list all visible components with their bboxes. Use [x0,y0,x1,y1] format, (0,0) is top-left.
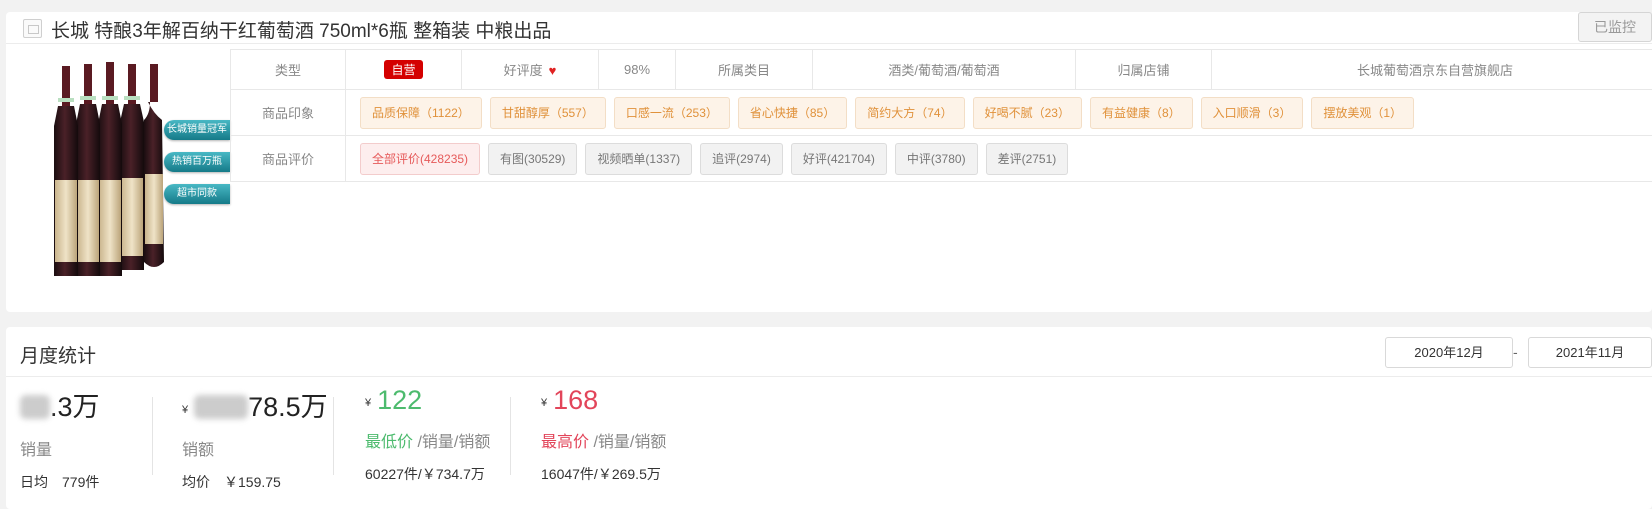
review-tag[interactable]: 追评(2974) [700,142,783,175]
date-from-input[interactable]: 2020年12月 [1385,337,1513,368]
review-label: 商品评价 [230,135,346,182]
date-to-input[interactable]: 2021年11月 [1528,337,1652,368]
date-separator: - [1513,344,1518,360]
highest-price-label: 最高价 /销量/销额 [541,434,667,451]
impression-tag[interactable]: 入口顺滑（3） [1200,96,1304,129]
impression-tag[interactable]: 有益健康（8） [1089,96,1193,129]
divider [333,397,334,475]
product-title-bar: 长城 特酿3年解百纳干红葡萄酒 750ml*6瓶 整箱装 中粮出品 已监控 [6,12,1652,44]
monthly-stats-card: 月度统计 2020年12月 - 2021年11月 .3万 销量 日均 779件 ¥… [6,327,1652,509]
product-badge: 超市同款 [164,184,230,204]
highest-price-stat: ¥168 最高价 /销量/销额 16047件/￥269.5万 [541,385,666,484]
divider [510,397,511,475]
lowest-price-detail: 60227件/￥734.7万 [365,466,485,482]
product-image: 长城销量冠军 热销百万瓶 超市同款 [40,62,230,302]
impression-tag[interactable]: 好喝不腻（23） [972,96,1082,129]
review-tag[interactable]: 视频晒单(1337) [585,142,693,175]
rating-label: 好评度 [503,63,543,78]
heart-icon: ♥ [548,63,557,78]
lowest-price: ¥122 [365,385,423,415]
daily-value: 779件 [62,474,100,490]
review-tag[interactable]: 好评(421704) [790,142,887,175]
sales-label: 销量 [20,442,53,459]
blurred-value [194,395,249,419]
impression-tag[interactable]: 简约大方（74） [855,96,965,129]
store-label: 归属店铺 [1075,49,1212,90]
product-title: 长城 特酿3年解百纳干红葡萄酒 750ml*6瓶 整箱装 中粮出品 [51,21,552,42]
store-value: 长城葡萄酒京东自营旗舰店 [1211,49,1652,90]
avg-price-label: 均价 [182,474,210,490]
product-badge: 长城销量冠军 [164,120,230,140]
review-tag[interactable]: 中评(3780) [894,142,978,175]
product-badge: 热销百万瓶 [164,152,230,172]
category-label: 所属类目 [675,49,813,90]
rating-value: 98% [598,49,676,90]
impression-tag[interactable]: 甘甜醇厚（557） [489,96,606,129]
divider [6,376,1652,377]
lowest-price-stat: ¥122 最低价 /销量/销额 60227件/￥734.7万 [365,385,490,484]
product-attribute-table: 类型 自营 好评度 ♥ 98% 所属类目 酒类/葡萄酒/葡萄酒 归属店铺 长城葡萄… [230,49,1652,182]
impression-tag[interactable]: 口感一流（253） [613,96,730,129]
revenue-label: 销额 [182,442,215,459]
impression-tags: 品质保障（1122） 甘甜醇厚（557） 口感一流（253） 省心快捷（85） 简约大方… [345,89,1652,136]
revenue-stat: ¥78.5万 销额 均价 ￥159.75 [182,385,328,492]
divider [152,397,153,475]
review-tag[interactable]: 有图(30529) [488,142,578,175]
review-tag[interactable]: 差评(2751) [985,142,1069,175]
category-value: 酒类/葡萄酒/葡萄酒 [812,49,1076,90]
highest-price: ¥168 [541,385,599,415]
monthly-stats-title: 月度统计 [20,346,97,367]
impression-tag[interactable]: 省心快捷（85） [737,96,848,129]
daily-label: 日均 [20,474,48,490]
monitor-button[interactable]: 已监控 [1578,12,1652,42]
wine-bottles-image [54,62,164,276]
avg-price-value: ￥159.75 [224,474,281,490]
daily-average: 日均 779件 [20,472,100,492]
average-price: 均价 ￥159.75 [182,472,328,492]
self-operated-badge: 自营 [384,60,423,79]
impression-label: 商品印象 [230,89,346,136]
highest-price-detail: 16047件/￥269.5万 [541,466,661,482]
blurred-value [20,395,50,419]
type-label: 类型 [230,49,346,90]
review-tag-all[interactable]: 全部评价(428235) [360,142,481,175]
product-card: 长城 特酿3年解百纳干红葡萄酒 750ml*6瓶 整箱装 中粮出品 已监控 长城… [6,12,1652,312]
revenue-value: ¥78.5万 [182,392,328,422]
lowest-price-label: 最低价 /销量/销额 [365,434,491,451]
impression-tag[interactable]: 品质保障（1122） [360,96,482,129]
review-tags: 全部评价(428235) 有图(30529) 视频晒单(1337) 追评(2974) 好… [345,135,1652,182]
image-placeholder-icon [23,19,42,38]
sales-stat: .3万 销量 日均 779件 [20,385,100,492]
sales-value: .3万 [20,385,100,424]
impression-tag[interactable]: 摆放美观（1） [1311,96,1415,129]
